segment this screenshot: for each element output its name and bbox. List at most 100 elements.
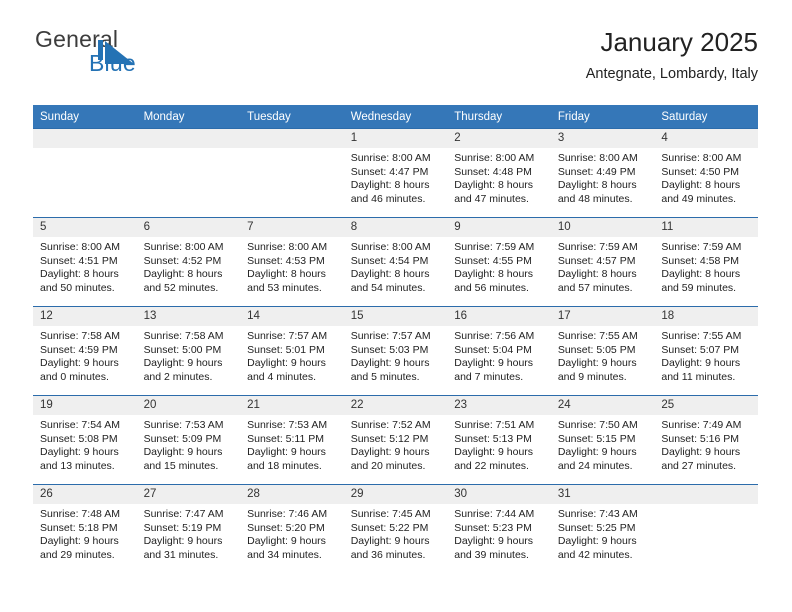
calendar-day-cell[interactable]: 10 Sunrise: 7:59 AM Sunset: 4:57 PM Dayligh… xyxy=(550,217,655,307)
calendar-day-cell[interactable]: 2 Sunrise: 8:00 AM Sunset: 4:48 PM Daylight… xyxy=(447,128,551,218)
day-detail-line: Daylight: 9 hours xyxy=(661,357,741,370)
day-detail-line: Sunrise: 8:00 AM xyxy=(143,241,224,253)
day-number: 26 xyxy=(33,485,137,504)
calendar-day-cell-empty xyxy=(33,128,137,218)
calendar-day-cell[interactable]: 11 Sunrise: 7:59 AM Sunset: 4:58 PM Dayligh… xyxy=(654,217,758,307)
day-detail-line: Daylight: 9 hours xyxy=(40,446,119,459)
calendar-day-cell[interactable]: 4 Sunrise: 8:00 AM Sunset: 4:50 PM Daylight… xyxy=(654,128,758,218)
day-number xyxy=(240,129,344,148)
calendar-day-cell-empty xyxy=(136,128,241,218)
calendar-day-cell[interactable]: 25 Sunrise: 7:49 AM Sunset: 5:16 PM Dayligh… xyxy=(654,395,758,485)
day-number: 21 xyxy=(240,396,344,415)
day-detail-line: and 24 minutes. xyxy=(557,459,633,472)
calendar-day-cell[interactable]: 13 Sunrise: 7:58 AM Sunset: 5:00 PM Dayligh… xyxy=(136,306,241,396)
calendar-day-cell[interactable]: 18 Sunrise: 7:55 AM Sunset: 5:07 PM Dayligh… xyxy=(654,306,758,396)
day-details: Sunrise: 7:54 AM Sunset: 5:08 PM Daylight:… xyxy=(33,415,137,473)
day-detail-line: Sunrise: 7:53 AM xyxy=(143,419,224,431)
day-detail-line: and 18 minutes. xyxy=(247,459,322,472)
location-subtitle: Antegnate, Lombardy, Italy xyxy=(585,66,758,82)
day-detail-line: Daylight: 8 hours xyxy=(143,268,223,281)
title-block: January 2025 Antegnate, Lombardy, Italy xyxy=(586,26,758,84)
day-details: Sunrise: 7:53 AM Sunset: 5:09 PM Daylight:… xyxy=(137,415,241,473)
day-details xyxy=(33,148,137,152)
day-detail-line: Sunrise: 7:58 AM xyxy=(143,330,224,342)
day-detail-line: Sunrise: 7:58 AM xyxy=(40,330,120,342)
day-detail-line: Sunset: 4:55 PM xyxy=(454,254,532,267)
day-detail-line: Sunset: 4:54 PM xyxy=(350,254,429,267)
triangle-flag-icon xyxy=(98,40,134,64)
calendar-day-cell[interactable]: 22 Sunrise: 7:52 AM Sunset: 5:12 PM Dayligh… xyxy=(343,395,448,485)
day-detail-line: Daylight: 9 hours xyxy=(247,357,326,370)
day-detail-line: Sunrise: 7:45 AM xyxy=(350,508,431,520)
day-details: Sunrise: 7:44 AM Sunset: 5:23 PM Daylight:… xyxy=(447,504,551,562)
calendar-day-cell[interactable]: 28 Sunrise: 7:46 AM Sunset: 5:20 PM Dayligh… xyxy=(240,484,344,573)
weekday-header-friday: Friday xyxy=(550,105,655,129)
calendar-day-cell[interactable]: 7 Sunrise: 8:00 AM Sunset: 4:53 PM Daylight… xyxy=(240,217,344,307)
day-detail-line: and 53 minutes. xyxy=(247,281,322,294)
calendar-day-cell[interactable]: 1 Sunrise: 8:00 AM Sunset: 4:47 PM Daylight… xyxy=(343,128,448,218)
calendar-day-cell[interactable]: 26 Sunrise: 7:48 AM Sunset: 5:18 PM Dayligh… xyxy=(33,484,137,573)
day-detail-line: and 4 minutes. xyxy=(247,370,317,383)
day-detail-line: Daylight: 8 hours xyxy=(557,179,637,192)
day-detail-line: and 31 minutes. xyxy=(143,548,219,561)
calendar-day-cell[interactable]: 24 Sunrise: 7:50 AM Sunset: 5:15 PM Dayligh… xyxy=(550,395,655,485)
day-detail-line: Sunrise: 7:55 AM xyxy=(661,330,742,342)
calendar-day-cell[interactable]: 3 Sunrise: 8:00 AM Sunset: 4:49 PM Daylight… xyxy=(550,128,655,218)
day-detail-line: and 39 minutes. xyxy=(454,548,529,561)
calendar-day-cell[interactable]: 15 Sunrise: 7:57 AM Sunset: 5:03 PM Dayligh… xyxy=(343,306,448,396)
brand-logo[interactable]: General Blue xyxy=(33,26,263,84)
day-details: Sunrise: 8:00 AM Sunset: 4:48 PM Daylight:… xyxy=(447,148,551,206)
calendar-day-cell[interactable]: 9 Sunrise: 7:59 AM Sunset: 4:55 PM Daylight… xyxy=(447,217,551,307)
calendar-week-row: 19 Sunrise: 7:54 AM Sunset: 5:08 PM Dayligh… xyxy=(33,395,758,485)
page-title: January 2025 xyxy=(600,27,758,57)
calendar-week-row: 5 Sunrise: 8:00 AM Sunset: 4:51 PM Daylight… xyxy=(33,217,758,307)
day-detail-line: and 50 minutes. xyxy=(40,281,115,294)
calendar-day-cell[interactable]: 8 Sunrise: 8:00 AM Sunset: 4:54 PM Daylight… xyxy=(343,217,448,307)
calendar-day-cell[interactable]: 30 Sunrise: 7:44 AM Sunset: 5:23 PM Dayligh… xyxy=(447,484,551,573)
calendar-day-cell[interactable]: 27 Sunrise: 7:47 AM Sunset: 5:19 PM Dayligh… xyxy=(136,484,241,573)
day-detail-line: Sunset: 5:25 PM xyxy=(557,521,636,534)
day-detail-line: and 11 minutes. xyxy=(661,370,736,383)
calendar-day-cell[interactable]: 23 Sunrise: 7:51 AM Sunset: 5:13 PM Dayligh… xyxy=(447,395,551,485)
day-detail-line: and 7 minutes. xyxy=(454,370,524,383)
calendar-day-cell[interactable]: 21 Sunrise: 7:53 AM Sunset: 5:11 PM Dayligh… xyxy=(240,395,344,485)
day-detail-line: Sunset: 4:58 PM xyxy=(661,254,740,267)
day-details xyxy=(654,504,758,508)
day-detail-line: Sunset: 5:07 PM xyxy=(661,343,740,356)
day-detail-line: and 57 minutes. xyxy=(557,281,633,294)
calendar-day-cell[interactable]: 14 Sunrise: 7:57 AM Sunset: 5:01 PM Dayligh… xyxy=(240,306,344,396)
day-detail-line: and 49 minutes. xyxy=(661,192,737,205)
day-detail-line: Daylight: 9 hours xyxy=(143,357,223,370)
weekday-header-thursday: Thursday xyxy=(447,105,551,129)
day-number: 29 xyxy=(343,485,448,504)
day-detail-line: Sunrise: 8:00 AM xyxy=(661,152,742,164)
day-details: Sunrise: 7:59 AM Sunset: 4:55 PM Daylight:… xyxy=(447,237,551,295)
day-detail-line: Sunset: 5:20 PM xyxy=(247,521,325,534)
calendar-day-cell[interactable]: 29 Sunrise: 7:45 AM Sunset: 5:22 PM Dayligh… xyxy=(343,484,448,573)
calendar-day-cell[interactable]: 16 Sunrise: 7:56 AM Sunset: 5:04 PM Dayligh… xyxy=(447,306,551,396)
day-detail-line: Sunset: 4:47 PM xyxy=(350,165,429,178)
day-details: Sunrise: 8:00 AM Sunset: 4:54 PM Daylight:… xyxy=(344,237,448,295)
calendar-day-cell[interactable]: 20 Sunrise: 7:53 AM Sunset: 5:09 PM Dayligh… xyxy=(136,395,241,485)
calendar-week-row: 1 Sunrise: 8:00 AM Sunset: 4:47 PM Daylight… xyxy=(33,128,758,218)
calendar-day-cell[interactable]: 19 Sunrise: 7:54 AM Sunset: 5:08 PM Dayligh… xyxy=(33,395,137,485)
calendar-day-cell[interactable]: 5 Sunrise: 8:00 AM Sunset: 4:51 PM Daylight… xyxy=(33,217,137,307)
day-number: 2 xyxy=(447,129,551,148)
calendar-day-cell[interactable]: 12 Sunrise: 7:58 AM Sunset: 4:59 PM Dayligh… xyxy=(33,306,137,396)
day-details: Sunrise: 7:51 AM Sunset: 5:13 PM Daylight:… xyxy=(447,415,551,473)
day-details: Sunrise: 7:59 AM Sunset: 4:57 PM Daylight:… xyxy=(551,237,655,295)
day-number: 17 xyxy=(550,307,655,326)
day-detail-line: Sunrise: 7:51 AM xyxy=(454,419,535,431)
day-detail-line: Sunset: 5:19 PM xyxy=(143,521,222,534)
day-detail-line: Sunset: 5:23 PM xyxy=(454,521,532,534)
day-detail-line: Sunset: 5:18 PM xyxy=(40,521,118,534)
day-detail-line: and 56 minutes. xyxy=(454,281,529,294)
calendar-table: Sunday Monday Tuesday Wednesday Thursday… xyxy=(33,105,758,573)
day-detail-line: Daylight: 8 hours xyxy=(350,268,430,281)
day-details: Sunrise: 8:00 AM Sunset: 4:51 PM Daylight:… xyxy=(33,237,137,295)
calendar-day-cell[interactable]: 17 Sunrise: 7:55 AM Sunset: 5:05 PM Dayligh… xyxy=(550,306,655,396)
calendar-day-cell[interactable]: 31 Sunrise: 7:43 AM Sunset: 5:25 PM Dayligh… xyxy=(550,484,655,573)
day-detail-line: Daylight: 9 hours xyxy=(350,446,430,459)
calendar-day-cell[interactable]: 6 Sunrise: 8:00 AM Sunset: 4:52 PM Daylight… xyxy=(136,217,241,307)
day-detail-line: Sunset: 5:12 PM xyxy=(350,432,429,445)
